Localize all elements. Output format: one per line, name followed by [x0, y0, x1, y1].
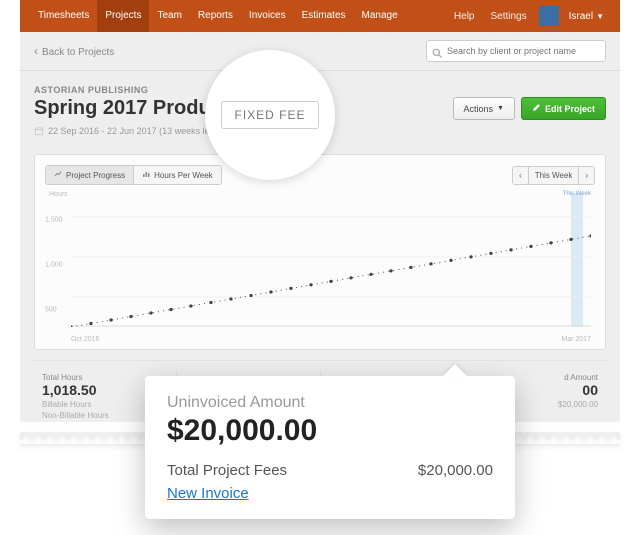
chart-tab-group: Project Progress Hours Per Week: [45, 165, 222, 185]
fixed-fee-callout: FIXED FEE: [205, 50, 335, 180]
top-nav: Timesheets Projects Team Reports Invoice…: [20, 0, 620, 32]
popover-row-label: Total Project Fees: [167, 462, 287, 479]
chart-card: Project Progress Hours Per Week ‹ This W…: [34, 154, 606, 350]
nav-estimates[interactable]: Estimates: [294, 0, 354, 32]
user-name: Israel: [569, 11, 593, 22]
back-link[interactable]: Back to Projects: [34, 44, 114, 58]
tab-hours-per-week[interactable]: Hours Per Week: [134, 166, 221, 184]
fixed-fee-badge: FIXED FEE: [221, 101, 318, 129]
week-this-button[interactable]: This Week: [529, 167, 580, 184]
popover-amount: $20,000.00: [167, 414, 493, 448]
nav-help[interactable]: Help: [446, 11, 483, 22]
dates-text: 22 Sep 2016 - 22 Jun 2017 (13 weeks left…: [48, 126, 218, 136]
chevron-down-icon: ▼: [497, 105, 504, 112]
x-tick: Oct 2016: [71, 336, 99, 343]
actions-label: Actions: [464, 104, 494, 114]
search-field[interactable]: [426, 40, 606, 62]
edit-label: Edit Project: [545, 104, 595, 114]
nav-team[interactable]: Team: [149, 0, 189, 32]
x-tick: Mar 2017: [561, 336, 591, 343]
search-input[interactable]: [426, 40, 606, 62]
week-next-button[interactable]: ›: [579, 167, 594, 184]
calendar-icon: [34, 126, 44, 136]
line-chart-icon: [54, 170, 62, 180]
popover-row-value: $20,000.00: [418, 462, 493, 479]
nav-projects[interactable]: Projects: [97, 0, 149, 32]
popover-heading: Uninvoiced Amount: [167, 394, 493, 412]
avatar[interactable]: [539, 6, 559, 26]
week-prev-button[interactable]: ‹: [513, 167, 529, 184]
y-tick: 1,000: [45, 262, 63, 269]
nav-timesheets[interactable]: Timesheets: [30, 0, 97, 32]
y-tick: 1,500: [45, 217, 63, 224]
uninvoiced-popover: Uninvoiced Amount $20,000.00 Total Proje…: [145, 376, 515, 519]
y-axis-title: Hours: [49, 191, 68, 198]
tab-project-progress[interactable]: Project Progress: [46, 166, 134, 184]
tab2-label: Hours Per Week: [154, 171, 213, 180]
week-navigator: ‹ This Week ›: [512, 166, 595, 185]
user-menu[interactable]: Israel ▼: [563, 11, 610, 22]
y-tick: 500: [45, 307, 57, 314]
nav-reports[interactable]: Reports: [190, 0, 241, 32]
chevron-down-icon: ▼: [596, 12, 604, 21]
edit-project-button[interactable]: Edit Project: [521, 97, 606, 120]
search-icon: [432, 45, 442, 55]
sub-bar: Back to Projects: [20, 32, 620, 71]
nav-invoices[interactable]: Invoices: [241, 0, 294, 32]
nav-manage[interactable]: Manage: [354, 0, 406, 32]
new-invoice-link[interactable]: New Invoice: [167, 485, 249, 502]
pencil-icon: [532, 103, 541, 114]
chart-area: Hours 1,500 1,000 500 This Week Oct 2016: [45, 193, 595, 343]
tab1-label: Project Progress: [66, 171, 125, 180]
stat-sub-amount: $20,000.00: [558, 400, 598, 409]
nav-settings[interactable]: Settings: [482, 11, 534, 22]
bar-chart-icon: [142, 170, 150, 180]
actions-button[interactable]: Actions ▼: [453, 97, 515, 120]
